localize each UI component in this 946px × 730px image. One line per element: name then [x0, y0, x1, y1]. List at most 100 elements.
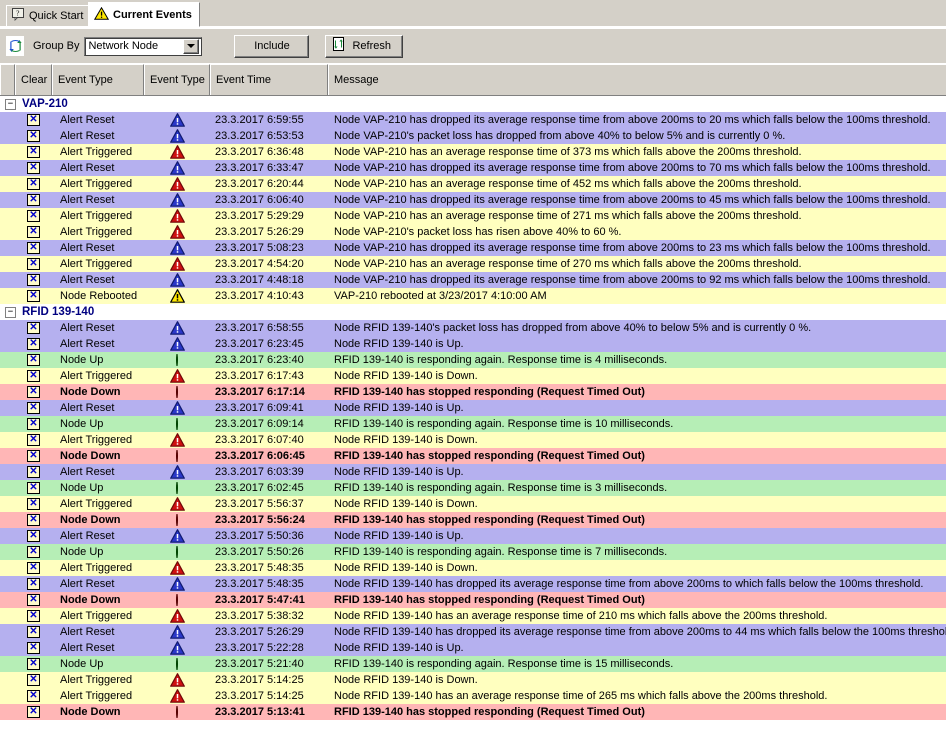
clear-x-icon[interactable]: ✕	[27, 529, 40, 542]
clear-x-icon[interactable]: ✕	[27, 497, 40, 510]
clear-x-icon[interactable]: ✕	[27, 609, 40, 622]
clear-x-icon[interactable]: ✕	[27, 545, 40, 558]
column-header-event-type-icon[interactable]: Event Type	[144, 64, 210, 95]
column-header-event-type[interactable]: Event Type	[52, 64, 144, 95]
include-button[interactable]: Include	[234, 34, 310, 58]
clear-x-icon[interactable]: ✕	[27, 577, 40, 590]
clear-event-cell[interactable]: ✕	[15, 337, 52, 350]
clear-event-cell[interactable]: ✕	[15, 129, 52, 142]
table-row[interactable]: ✕ Alert Triggered 23.3.2017 5:14:25 Node RF…	[0, 688, 946, 704]
table-row[interactable]: ✕ Alert Triggered 23.3.2017 5:48:35 Node RF…	[0, 560, 946, 576]
clear-event-cell[interactable]: ✕	[15, 417, 52, 430]
clear-x-icon[interactable]: ✕	[27, 433, 40, 446]
table-row[interactable]: ✕ Alert Triggered 23.3.2017 6:17:43 Node RF…	[0, 368, 946, 384]
clear-event-cell[interactable]: ✕	[15, 465, 52, 478]
column-header-clear[interactable]: Clear	[15, 64, 52, 95]
table-row[interactable]: ✕ Node Up 23.3.2017 5:21:40 RFID 139-140 is…	[0, 656, 946, 672]
clear-x-icon[interactable]: ✕	[27, 129, 40, 142]
collapse-expander-icon[interactable]: −	[5, 98, 16, 110]
clear-x-icon[interactable]: ✕	[27, 145, 40, 158]
clear-event-cell[interactable]: ✕	[15, 673, 52, 686]
clear-x-icon[interactable]: ✕	[27, 337, 40, 350]
table-row[interactable]: ✕ Node Down 23.3.2017 6:17:14 RFID 139-140 …	[0, 384, 946, 400]
table-row[interactable]: ✕ Node Up 23.3.2017 5:50:26 RFID 139-140 is…	[0, 544, 946, 560]
clear-x-icon[interactable]: ✕	[27, 353, 40, 366]
table-row[interactable]: ✕ Alert Triggered 23.3.2017 5:56:37 Node RF…	[0, 496, 946, 512]
clear-x-icon[interactable]: ✕	[27, 481, 40, 494]
table-row[interactable]: ✕ Alert Reset 23.3.2017 6:03:39 Node RFID 1…	[0, 464, 946, 480]
clear-x-icon[interactable]: ✕	[27, 417, 40, 430]
table-row[interactable]: ✕ Alert Reset 23.3.2017 6:58:55 Node RFID 1…	[0, 320, 946, 336]
group-header-row[interactable]: − RFID 139-140	[0, 304, 946, 320]
clear-event-cell[interactable]: ✕	[15, 177, 52, 190]
table-row[interactable]: ✕ Alert Reset 23.3.2017 4:48:18 Node VAP-21…	[0, 272, 946, 288]
clear-event-cell[interactable]: ✕	[15, 145, 52, 158]
clear-x-icon[interactable]: ✕	[27, 209, 40, 222]
table-row[interactable]: ✕ Node Down 23.3.2017 5:13:41 RFID 139-140 …	[0, 704, 946, 720]
table-row[interactable]: ✕ Node Down 23.3.2017 5:56:24 RFID 139-140 …	[0, 512, 946, 528]
clear-event-cell[interactable]: ✕	[15, 193, 52, 206]
table-row[interactable]: ✕ Alert Reset 23.3.2017 6:23:45 Node RFID 1…	[0, 336, 946, 352]
clear-event-cell[interactable]: ✕	[15, 577, 52, 590]
column-header-message[interactable]: Message	[328, 64, 946, 95]
clear-event-cell[interactable]: ✕	[15, 513, 52, 526]
clear-x-icon[interactable]: ✕	[27, 257, 40, 270]
table-row[interactable]: ✕ Alert Reset 23.3.2017 5:08:23 Node VAP-21…	[0, 240, 946, 256]
clear-x-icon[interactable]: ✕	[27, 369, 40, 382]
clear-x-icon[interactable]: ✕	[27, 385, 40, 398]
clear-event-cell[interactable]: ✕	[15, 385, 52, 398]
clear-event-cell[interactable]: ✕	[15, 289, 52, 302]
clear-x-icon[interactable]: ✕	[27, 241, 40, 254]
column-header-event-time[interactable]: Event Time	[210, 64, 328, 95]
clear-event-cell[interactable]: ✕	[15, 657, 52, 670]
table-row[interactable]: ✕ Alert Reset 23.3.2017 5:26:29 Node RFID 1…	[0, 624, 946, 640]
clear-event-cell[interactable]: ✕	[15, 689, 52, 702]
table-row[interactable]: ✕ Alert Reset 23.3.2017 6:59:55 Node VAP-21…	[0, 112, 946, 128]
table-row[interactable]: ✕ Alert Triggered 23.3.2017 5:38:32 Node RF…	[0, 608, 946, 624]
refresh-button[interactable]: Refresh	[325, 34, 404, 58]
table-row[interactable]: ✕ Alert Triggered 23.3.2017 6:20:44 Node VA…	[0, 176, 946, 192]
table-row[interactable]: ✕ Alert Triggered 23.3.2017 5:26:29 Node VA…	[0, 224, 946, 240]
clear-x-icon[interactable]: ✕	[27, 705, 40, 718]
table-row[interactable]: ✕ Node Down 23.3.2017 5:47:41 RFID 139-140 …	[0, 592, 946, 608]
clear-x-icon[interactable]: ✕	[27, 321, 40, 334]
clear-x-icon[interactable]: ✕	[27, 177, 40, 190]
clear-x-icon[interactable]: ✕	[27, 513, 40, 526]
clear-event-cell[interactable]: ✕	[15, 593, 52, 606]
clear-event-cell[interactable]: ✕	[15, 321, 52, 334]
clear-event-cell[interactable]: ✕	[15, 209, 52, 222]
clear-event-cell[interactable]: ✕	[15, 561, 52, 574]
tab-quick-start[interactable]: ? Quick Start	[6, 5, 92, 26]
tab-current-events[interactable]: Current Events	[88, 2, 200, 27]
clear-x-icon[interactable]: ✕	[27, 641, 40, 654]
table-row[interactable]: ✕ Node Rebooted 23.3.2017 4:10:43 VAP-210 r…	[0, 288, 946, 304]
table-row[interactable]: ✕ Alert Reset 23.3.2017 5:50:36 Node RFID 1…	[0, 528, 946, 544]
collapse-expander-icon[interactable]: −	[5, 306, 16, 318]
clear-x-icon[interactable]: ✕	[27, 689, 40, 702]
table-row[interactable]: ✕ Alert Triggered 23.3.2017 4:54:20 Node VA…	[0, 256, 946, 272]
table-row[interactable]: ✕ Node Up 23.3.2017 6:02:45 RFID 139-140 is…	[0, 480, 946, 496]
group-header-row[interactable]: − VAP-210	[0, 96, 946, 112]
clear-x-icon[interactable]: ✕	[27, 225, 40, 238]
group-by-select[interactable]: Network Node	[84, 36, 203, 56]
clear-event-cell[interactable]: ✕	[15, 481, 52, 494]
table-row[interactable]: ✕ Alert Reset 23.3.2017 6:09:41 Node RFID 1…	[0, 400, 946, 416]
table-row[interactable]: ✕ Alert Reset 23.3.2017 5:22:28 Node RFID 1…	[0, 640, 946, 656]
table-row[interactable]: ✕ Alert Triggered 23.3.2017 6:36:48 Node VA…	[0, 144, 946, 160]
clear-event-cell[interactable]: ✕	[15, 705, 52, 718]
clear-x-icon[interactable]: ✕	[27, 625, 40, 638]
clear-x-icon[interactable]: ✕	[27, 673, 40, 686]
table-row[interactable]: ✕ Alert Reset 23.3.2017 6:06:40 Node VAP-21…	[0, 192, 946, 208]
table-row[interactable]: ✕ Node Up 23.3.2017 6:23:40 RFID 139-140 is…	[0, 352, 946, 368]
table-row[interactable]: ✕ Alert Reset 23.3.2017 6:53:53 Node VAP-21…	[0, 128, 946, 144]
clear-x-icon[interactable]: ✕	[27, 289, 40, 302]
clear-x-icon[interactable]: ✕	[27, 449, 40, 462]
clear-x-icon[interactable]: ✕	[27, 657, 40, 670]
clear-event-cell[interactable]: ✕	[15, 161, 52, 174]
table-row[interactable]: ✕ Alert Reset 23.3.2017 5:48:35 Node RFID 1…	[0, 576, 946, 592]
clear-x-icon[interactable]: ✕	[27, 161, 40, 174]
clear-event-cell[interactable]: ✕	[15, 353, 52, 366]
clear-event-cell[interactable]: ✕	[15, 545, 52, 558]
table-row[interactable]: ✕ Alert Triggered 23.3.2017 6:07:40 Node RF…	[0, 432, 946, 448]
clear-x-icon[interactable]: ✕	[27, 113, 40, 126]
